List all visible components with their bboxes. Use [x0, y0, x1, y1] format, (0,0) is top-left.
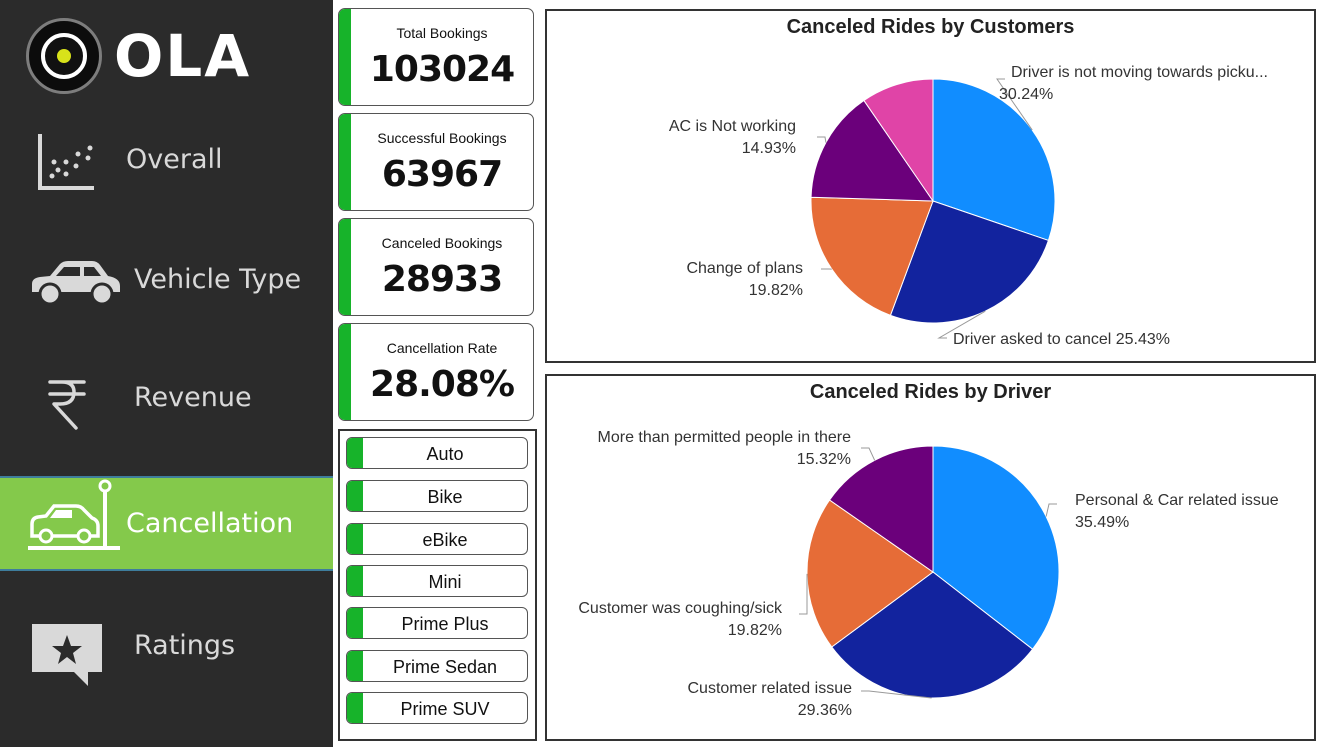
slice-percent-label: 30.24% — [999, 86, 1053, 103]
slice-label: Change of plans — [686, 260, 803, 277]
slicer-option-label: Auto — [426, 444, 464, 464]
scatter-chart-icon — [38, 134, 94, 190]
ola-logo: OLA — [26, 14, 286, 100]
slice-label: Driver is not moving towards picku... — [1011, 64, 1268, 81]
slicer-option-label: Prime SUV — [400, 699, 490, 719]
kpi-accent-bar — [339, 324, 351, 420]
kpi-value: 28.08% — [370, 364, 515, 405]
slice-label: Driver asked to cancel 25.43% — [953, 331, 1170, 348]
chart-title: Canceled Rides by Customers — [786, 16, 1075, 38]
rupee-icon — [48, 380, 86, 430]
kpi-title: Canceled Bookings — [381, 235, 503, 251]
nav-item-revenue[interactable]: Revenue — [0, 352, 333, 448]
kpi-title: Cancellation Rate — [386, 340, 498, 356]
nav-item-overall[interactable]: Overall — [0, 114, 333, 210]
slice-percent-label: 29.36% — [798, 702, 852, 719]
slicer-option-label: Bike — [427, 487, 463, 507]
kpi-successful-bookings: Successful Bookings 63967 — [338, 113, 534, 211]
slicer-option-indicator — [347, 566, 363, 596]
kpi-value: 63967 — [381, 154, 503, 195]
kpi-canceled-bookings: Canceled Bookings 28933 — [338, 218, 534, 316]
star-review-icon — [32, 624, 102, 686]
kpi-title: Successful Bookings — [377, 130, 507, 146]
slicer-option-bike[interactable]: Bike — [346, 480, 528, 512]
chart-title: Canceled Rides by Driver — [809, 381, 1052, 403]
leader-line — [861, 447, 876, 461]
slice-percent-label: 35.49% — [1075, 514, 1129, 531]
chart-canceled-by-driver: Personal & Car related issue 35.49% Custom… — [545, 374, 1316, 741]
leader-line — [817, 136, 827, 143]
slicer-option-indicator — [347, 651, 363, 681]
car-crash-icon — [28, 479, 120, 550]
slicer-option-indicator — [347, 438, 363, 468]
nav-item-ratings[interactable]: Ratings — [0, 600, 333, 696]
leader-line — [1045, 503, 1057, 517]
slice-percent-label: 14.93% — [742, 140, 796, 157]
kpi-value: 28933 — [381, 259, 503, 300]
car-icon — [32, 261, 120, 306]
slice-percent-label: 19.82% — [728, 622, 782, 639]
kpi-total-bookings: Total Bookings 103024 — [338, 8, 534, 106]
nav-label-cancellation: Cancellation — [126, 508, 294, 539]
slicer-option-label: Prime Sedan — [392, 657, 498, 677]
slicer-option-prime-plus[interactable]: Prime Plus — [346, 607, 528, 639]
slice-label: Customer was coughing/sick — [578, 600, 783, 617]
kpi-cancellation-rate: Cancellation Rate 28.08% — [338, 323, 534, 421]
nav-item-vehicle-type[interactable]: Vehicle Type — [0, 234, 333, 330]
slice-label: Customer related issue — [687, 680, 852, 697]
slicer-option-label: eBike — [422, 530, 468, 550]
slice-label: More than permitted people in there — [598, 429, 852, 446]
kpi-accent-bar — [339, 114, 351, 210]
slicer-option-indicator — [347, 481, 363, 511]
chart-canceled-by-customers: Driver is not moving towards picku... 30.… — [545, 9, 1316, 363]
kpi-accent-bar — [339, 9, 351, 105]
slicer-option-ebike[interactable]: eBike — [346, 523, 528, 555]
vehicle-type-slicer: Auto Bike eBike Mini Prime Plus Prime Se… — [338, 429, 537, 741]
nav-label-vehicle-type: Vehicle Type — [134, 264, 302, 295]
nav-label-ratings: Ratings — [134, 630, 236, 661]
pie-chart-customers: Driver is not moving towards picku... 30.… — [669, 64, 1268, 348]
slicer-option-prime-suv[interactable]: Prime SUV — [346, 692, 528, 724]
slicer-option-auto[interactable]: Auto — [346, 437, 528, 469]
slice-label: AC is Not working — [669, 118, 796, 135]
slice-percent-label: 15.32% — [797, 451, 851, 468]
slice-label: Personal & Car related issue — [1075, 492, 1279, 509]
nav-item-cancellation[interactable]: Cancellation — [0, 476, 333, 571]
brand-name: OLA — [114, 22, 252, 90]
kpi-accent-bar — [339, 219, 351, 315]
slicer-option-prime-sedan[interactable]: Prime Sedan — [346, 650, 528, 682]
leader-line — [799, 573, 808, 615]
nav-label-overall: Overall — [126, 144, 223, 175]
slicer-option-label: Mini — [428, 572, 462, 592]
sidebar: OLA Overall Vehicle Type Revenue Cancell… — [0, 0, 333, 747]
slicer-option-indicator — [347, 693, 363, 723]
slicer-option-indicator — [347, 524, 363, 554]
slicer-option-indicator — [347, 608, 363, 638]
ola-logo-mark — [26, 18, 102, 94]
kpi-value: 103024 — [369, 49, 515, 90]
slicer-option-mini[interactable]: Mini — [346, 565, 528, 597]
kpi-title: Total Bookings — [396, 25, 488, 41]
slice-percent-label: 19.82% — [749, 282, 803, 299]
nav-label-revenue: Revenue — [134, 382, 252, 413]
pie-chart-driver: Personal & Car related issue 35.49% Custom… — [578, 429, 1279, 719]
slicer-option-label: Prime Plus — [401, 614, 489, 634]
